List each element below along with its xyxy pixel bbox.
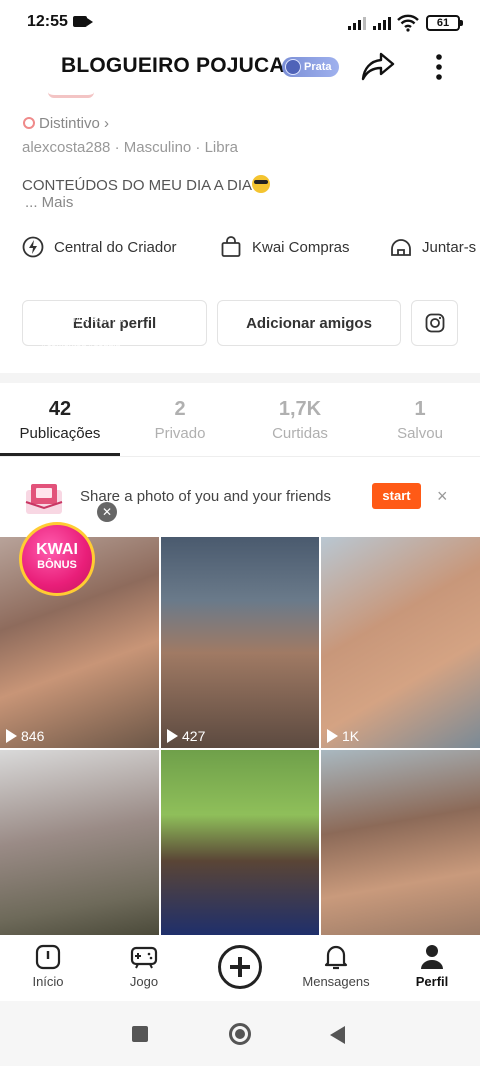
system-navigation-bar <box>0 1001 480 1066</box>
stat-label: Salvou <box>397 425 443 442</box>
tab-jogo[interactable]: Jogo <box>104 943 184 989</box>
distintivo-icon <box>23 117 35 129</box>
badge-label: Prata <box>304 61 332 73</box>
stat-value: 1,7K <box>278 398 322 420</box>
tab-label: Mensagens <box>302 974 370 989</box>
badge-icon <box>285 59 301 75</box>
bio-more-link[interactable]: ... Mais <box>25 194 73 211</box>
profile-icon <box>421 945 443 969</box>
bonus-line-2: BÔNUS <box>37 559 77 571</box>
distintivo-label: Distintivo › <box>39 115 110 132</box>
profile-bio: CONTEÚDOS DO MEU DIA A DIA <box>22 175 271 194</box>
avatar-edge <box>48 92 94 98</box>
tab-label: Jogo <box>129 974 159 989</box>
signal-icon <box>348 14 366 30</box>
shortcut-juntar[interactable]: Juntar-s <box>390 236 476 258</box>
shortcut-label: Juntar-s <box>422 238 477 256</box>
bell-icon <box>324 945 348 970</box>
share-icon[interactable] <box>361 51 395 83</box>
play-icon <box>6 729 17 743</box>
lightning-icon <box>22 236 44 258</box>
stat-label: Curtidas <box>272 425 328 442</box>
share-banner-text: Share a photo of you and your friends <box>80 488 332 505</box>
stat-label: Privado <box>154 425 206 442</box>
tab-label: Perfil <box>415 974 449 989</box>
shortcut-kwai-compras[interactable]: Kwai Compras <box>220 236 350 258</box>
wifi-icon <box>397 14 419 32</box>
video-caption-overlay: quero ver as contas pquenas comentando a… <box>39 290 123 348</box>
camera-icon <box>73 16 93 27</box>
tab-inicio[interactable]: Início <box>8 943 88 989</box>
clock: 12:55 <box>27 13 68 30</box>
home-icon <box>35 944 61 970</box>
create-post-button[interactable] <box>218 945 262 989</box>
tab-mensagens[interactable]: Mensagens <box>296 943 376 989</box>
game-controller-icon <box>130 946 158 969</box>
video-thumbnail[interactable]: 1K <box>321 537 480 748</box>
shortcut-label: Central do Criador <box>54 238 177 256</box>
video-thumbnail[interactable] <box>161 750 319 935</box>
stat-label: Publicações <box>19 425 101 442</box>
more-options-icon[interactable] <box>430 53 448 81</box>
stat-value: 2 <box>174 398 186 420</box>
status-bar: 12:55 61 <box>0 0 480 46</box>
profile-title: BLOGUEIRO POJUCA <box>61 54 285 77</box>
back-icon[interactable] <box>330 1026 345 1044</box>
recents-icon[interactable] <box>132 1026 148 1042</box>
tab-perfil[interactable]: Perfil <box>392 943 472 989</box>
add-friends-button[interactable]: Adicionar amigos <box>217 300 401 346</box>
video-thumbnail[interactable] <box>0 750 159 935</box>
bonus-line-1: KWAI <box>36 541 78 558</box>
view-count: 1K <box>327 728 359 744</box>
view-count-label: 1K <box>342 728 360 744</box>
dome-icon <box>391 239 411 256</box>
section-divider <box>0 373 480 383</box>
gift-icon <box>25 484 63 514</box>
start-button[interactable]: start <box>372 483 421 509</box>
battery-indicator: 61 <box>426 15 463 31</box>
close-bonus-icon[interactable]: ✕ <box>97 502 117 522</box>
view-count-label: 846 <box>21 728 45 744</box>
view-count: 846 <box>6 728 44 744</box>
bottom-tab-bar: Início Jogo Mensagens Perfil <box>0 935 480 1001</box>
close-banner-icon[interactable]: × <box>437 486 448 507</box>
tabs-divider <box>0 456 480 457</box>
video-grid: 846 427 1K <box>0 537 480 935</box>
tab-salvou[interactable]: 1 Salvou <box>360 398 480 442</box>
tab-curtidas[interactable]: 1,7K Curtidas <box>240 398 360 442</box>
kwai-bonus-button[interactable]: KWAI BÔNUS <box>19 522 95 596</box>
share-banner: Share a photo of you and your friends st… <box>0 470 480 526</box>
shortcuts-row: Central do Criador Kwai Compras Juntar-s <box>0 236 480 264</box>
shortcut-label: Kwai Compras <box>252 238 350 256</box>
sunglasses-emoji-icon <box>252 175 271 193</box>
shortcut-creator-center[interactable]: Central do Criador <box>22 236 177 258</box>
level-badge[interactable]: Prata <box>282 57 339 77</box>
home-button-icon[interactable] <box>229 1023 251 1045</box>
tab-publicacoes[interactable]: 42 Publicações <box>0 398 120 442</box>
instagram-button[interactable] <box>411 300 458 346</box>
tab-privado[interactable]: 2 Privado <box>120 398 240 442</box>
instagram-icon <box>425 313 444 333</box>
profile-meta: alexcosta288 · Masculino · Libra <box>22 139 238 156</box>
shopping-bag-icon <box>221 236 241 257</box>
distintivo-link[interactable]: Distintivo › <box>23 115 109 132</box>
tab-label: Início <box>32 974 64 989</box>
video-thumbnail[interactable] <box>321 750 480 935</box>
stat-value: 1 <box>414 398 426 420</box>
view-count-label: 427 <box>182 728 206 744</box>
bio-text: CONTEÚDOS DO MEU DIA A DIA <box>22 177 253 194</box>
video-thumbnail[interactable]: 427 <box>161 537 319 748</box>
play-icon <box>327 729 338 743</box>
signal-icon-2 <box>373 14 391 30</box>
stat-value: 42 <box>48 398 72 420</box>
play-icon <box>167 729 178 743</box>
view-count: 427 <box>167 728 205 744</box>
